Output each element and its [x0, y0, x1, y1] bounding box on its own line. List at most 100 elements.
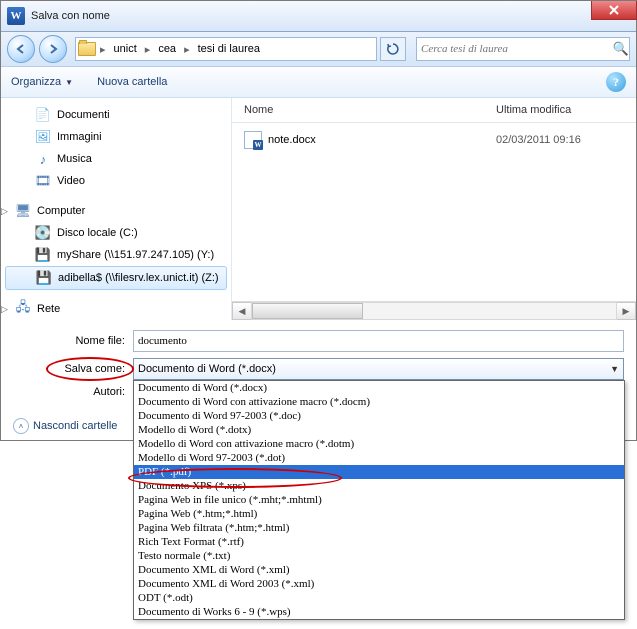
- network-drive-icon: 💾: [36, 270, 52, 286]
- address-breadcrumb[interactable]: ▸ unict ▸ cea ▸ tesi di laurea: [75, 37, 377, 61]
- savetype-option[interactable]: Pagina Web in file unico (*.mht;*.mhtml): [134, 493, 624, 507]
- refresh-button[interactable]: [380, 37, 406, 61]
- savetype-option[interactable]: PDF (*.pdf): [134, 465, 624, 479]
- tree-item-drive-c[interactable]: 💽 Disco locale (C:): [1, 222, 231, 244]
- savetype-option[interactable]: Documento XPS (*.xps): [134, 479, 624, 493]
- scroll-left-button[interactable]: ◀: [232, 302, 252, 320]
- savetype-option[interactable]: Documento di Word con attivazione macro …: [134, 395, 624, 409]
- back-button[interactable]: [7, 35, 35, 63]
- tree-item-computer[interactable]: ▷ 🖥 Computer: [1, 200, 231, 222]
- savetype-label: Salva come:: [13, 363, 133, 375]
- savetype-option[interactable]: Documento di Word (*.docx): [134, 381, 624, 395]
- expand-caret-icon[interactable]: ▷: [1, 304, 8, 315]
- chevron-up-icon: ˄: [13, 418, 29, 434]
- computer-icon: 🖥: [15, 203, 31, 219]
- filename-input[interactable]: [133, 330, 624, 352]
- column-name[interactable]: Nome: [232, 104, 496, 116]
- organize-label: Organizza: [11, 76, 61, 88]
- new-folder-label: Nuova cartella: [97, 76, 167, 88]
- column-date[interactable]: Ultima modifica: [496, 104, 636, 116]
- tree-item-drive-z[interactable]: 💾 adibella$ (\\filesrv.lex.unict.it) (Z:): [5, 266, 227, 290]
- refresh-icon: [387, 43, 399, 55]
- savetype-option[interactable]: Documento XML di Word (*.xml): [134, 563, 624, 577]
- search-icon: 🔍: [613, 41, 629, 57]
- network-icon: 🖧: [15, 301, 31, 317]
- arrow-left-icon: [15, 43, 27, 55]
- sidebar-tree[interactable]: 📄Documenti 🖼 Immagini ♪ Musica 🎞 Video ▷ 🖥 Co…: [1, 98, 232, 320]
- scroll-right-button[interactable]: ▶: [616, 302, 636, 320]
- video-icon: 🎞: [35, 173, 51, 189]
- breadcrumb-seg[interactable]: tesi di laurea: [192, 38, 266, 60]
- savetype-combo[interactable]: Documento di Word (*.docx) ▼: [133, 358, 624, 380]
- new-folder-button[interactable]: Nuova cartella: [97, 76, 167, 88]
- organize-button[interactable]: Organizza ▼: [11, 76, 73, 88]
- help-button[interactable]: ?: [606, 72, 626, 92]
- tree-item-documents[interactable]: 📄Documenti: [1, 104, 231, 126]
- tree-label: Video: [57, 175, 85, 187]
- picture-icon: 🖼: [35, 129, 51, 145]
- savetype-option[interactable]: Pagina Web (*.htm;*.html): [134, 507, 624, 521]
- tree-item-drive-y[interactable]: 💾myShare (\\151.97.247.105) (Y:): [1, 244, 231, 266]
- breadcrumb-seg[interactable]: unict: [108, 38, 143, 60]
- search-box[interactable]: 🔍: [416, 37, 630, 61]
- tree-label: Computer: [37, 205, 85, 217]
- word-app-icon: W: [7, 7, 25, 25]
- tree-item-network[interactable]: ▷ 🖧 Rete: [1, 298, 231, 320]
- chevron-down-icon: ▼: [610, 364, 619, 374]
- music-icon: ♪: [35, 151, 51, 167]
- savetype-option[interactable]: Modello di Word con attivazione macro (*…: [134, 437, 624, 451]
- breadcrumb-seg[interactable]: cea: [152, 38, 182, 60]
- savetype-option[interactable]: Modello di Word 97-2003 (*.dot): [134, 451, 624, 465]
- savetype-option[interactable]: Pagina Web filtrata (*.htm;*.html): [134, 521, 624, 535]
- savetype-option[interactable]: Documento XML di Word 2003 (*.xml): [134, 577, 624, 591]
- nav-row: ▸ unict ▸ cea ▸ tesi di laurea 🔍: [1, 32, 636, 67]
- expand-caret-icon[interactable]: ▷: [1, 206, 8, 217]
- chevron-right-icon: ▸: [182, 43, 192, 56]
- filename-label: Nome file:: [13, 335, 133, 347]
- savetype-option[interactable]: ODT (*.odt): [134, 591, 624, 605]
- toolbar: Organizza ▼ Nuova cartella ?: [1, 67, 636, 98]
- file-list[interactable]: note.docx 02/03/2011 09:16: [232, 123, 636, 301]
- scroll-track[interactable]: [251, 302, 617, 320]
- dialog-body: 📄Documenti 🖼 Immagini ♪ Musica 🎞 Video ▷ 🖥 Co…: [1, 98, 636, 320]
- tree-item-music[interactable]: ♪ Musica: [1, 148, 231, 170]
- savetype-dropdown[interactable]: Documento di Word (*.docx)Documento di W…: [133, 380, 625, 620]
- savetype-option[interactable]: Documento di Works 6 - 9 (*.wps): [134, 605, 624, 619]
- file-row[interactable]: note.docx 02/03/2011 09:16: [232, 129, 636, 151]
- file-list-pane: Nome Ultima modifica note.docx 02/03/201…: [232, 98, 636, 320]
- savetype-option[interactable]: Modello di Word (*.dotx): [134, 423, 624, 437]
- savetype-option[interactable]: Documento di Word 97-2003 (*.doc): [134, 409, 624, 423]
- file-name: note.docx: [268, 134, 316, 146]
- savetype-option[interactable]: Rich Text Format (*.rtf): [134, 535, 624, 549]
- tree-label: Documenti: [57, 109, 110, 121]
- savetype-option[interactable]: Testo normale (*.txt): [134, 549, 624, 563]
- arrow-right-icon: [47, 43, 59, 55]
- tree-label: myShare (\\151.97.247.105) (Y:): [57, 249, 214, 261]
- chevron-right-icon: ▸: [98, 43, 108, 56]
- tree-label: Rete: [37, 303, 60, 315]
- close-icon: [609, 5, 619, 15]
- save-as-dialog: W Salva con nome ▸ unict ▸ cea ▸ tesi di…: [0, 0, 637, 441]
- tree-label: Immagini: [57, 131, 102, 143]
- tree-item-images[interactable]: 🖼 Immagini: [1, 126, 231, 148]
- close-button[interactable]: [591, 1, 637, 20]
- forward-button[interactable]: [39, 35, 67, 63]
- tree-label: Disco locale (C:): [57, 227, 138, 239]
- chevron-down-icon: ▼: [65, 78, 73, 87]
- file-date: 02/03/2011 09:16: [496, 134, 636, 146]
- tree-label: adibella$ (\\filesrv.lex.unict.it) (Z:): [58, 272, 219, 284]
- chevron-right-icon: ▸: [143, 43, 153, 56]
- titlebar: W Salva con nome: [1, 1, 636, 32]
- search-input[interactable]: [417, 43, 613, 55]
- window-title: Salva con nome: [31, 10, 110, 22]
- scroll-thumb[interactable]: [252, 303, 363, 319]
- disk-icon: 💽: [35, 225, 51, 241]
- tree-item-video[interactable]: 🎞 Video: [1, 170, 231, 192]
- authors-label: Autori:: [13, 386, 133, 398]
- savetype-value: Documento di Word (*.docx): [138, 363, 276, 375]
- folder-icon: [76, 38, 98, 60]
- word-doc-icon: [244, 131, 262, 149]
- tree-label: Musica: [57, 153, 92, 165]
- column-headers[interactable]: Nome Ultima modifica: [232, 98, 636, 123]
- horizontal-scrollbar[interactable]: ◀ ▶: [232, 301, 636, 320]
